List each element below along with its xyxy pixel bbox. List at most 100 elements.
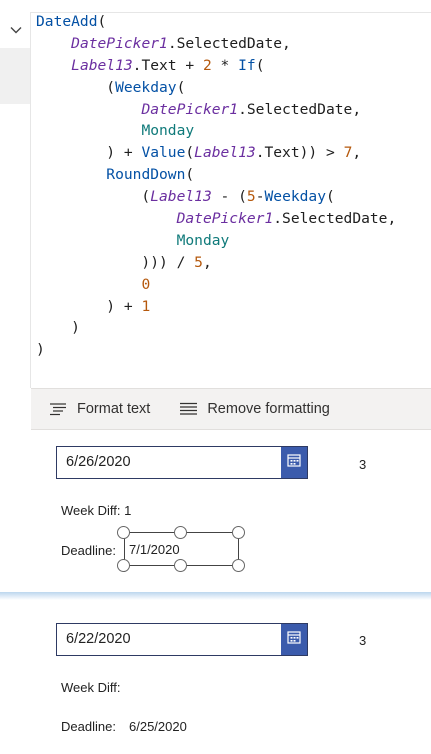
formula-token-text: ( [326,188,335,206]
number-label: 3 [359,633,367,648]
date-picker[interactable]: 6/22/2020 [56,623,308,656]
formula-token-text [36,57,71,74]
calendar-icon [287,453,301,472]
formula-token-text: , [352,144,362,162]
formula-line: ) [36,339,396,361]
formula-token-text: * [211,56,239,74]
formula-token-enum: Monday [176,231,230,249]
formula-token-func: DateAdd [36,13,98,30]
formula-line: RoundDown( [36,164,396,186]
formula-token-ctrl: DatePicker1 [176,210,274,228]
formula-token-num: 5 [194,253,203,271]
format-text-icon [49,402,67,416]
week-diff-label: Week Diff: [61,680,121,695]
formula-token-text: ( [255,56,265,74]
formula-token-text: .Text)) > [255,144,344,162]
date-picker[interactable]: 6/26/2020 [56,446,308,479]
resize-handle[interactable] [174,526,187,539]
formula-token-text [36,35,71,52]
formula-token-ctrl: Label13 [71,56,133,74]
formula-line: (Weekday( [36,77,396,99]
formula-token-text [36,122,141,139]
resize-handle[interactable] [232,526,245,539]
formula-token-ctrl: DatePicker1 [71,34,168,52]
formula-line: DatePicker1.SelectedDate, [36,33,396,55]
formula-token-text [36,166,106,183]
screen-divider [0,592,431,600]
date-picker-value: 6/26/2020 [66,454,131,470]
formula-line: DateAdd( [36,11,396,33]
deadline-label: Deadline: [61,543,116,558]
calendar-icon [287,630,301,649]
deadline-label: Deadline: [61,719,116,734]
formula-token-text: ) [36,319,80,337]
chevron-down-icon [10,21,22,39]
formula-line: Monday [36,120,396,142]
format-text-button[interactable]: Format text [49,389,150,429]
formula-token-text: ) [36,341,45,359]
week-diff-label: Week Diff: 1 [61,503,132,518]
formula-token-num: 2 [202,56,212,74]
formula-token-text: ( [36,78,116,96]
formula-token-text: ( [185,166,195,184]
formula-toolbar: Format text Remove formatting [31,388,431,430]
resize-handle[interactable] [174,559,187,572]
formula-token-enum: Monday [141,122,195,140]
formula-token-text: ( [36,188,151,206]
deadline-value: 6/25/2020 [129,719,187,734]
formula-token-ctrl: DatePicker1 [141,100,239,118]
format-text-label: Format text [77,401,151,417]
property-selector-block [0,48,31,104]
formula-token-num: 1 [141,297,151,315]
formula-line: DatePicker1.SelectedDate, [36,208,397,230]
formula-token-text [36,210,177,227]
formula-token-text: - ( [211,188,247,206]
formula-token-func: Value [141,144,186,162]
number-label: 3 [359,457,367,472]
formula-token-text: .SelectedDate, [238,100,362,118]
formula-text[interactable]: DateAdd( DatePicker1.SelectedDate, Label… [36,11,396,361]
deadline-value: 7/1/2020 [129,542,180,557]
formula-line: Monday [36,230,396,252]
formula-token-func: If [238,56,256,74]
formula-token-num: 0 [141,275,151,293]
formula-token-text: ) + [36,144,142,162]
calendar-button[interactable] [281,447,307,478]
resize-handle[interactable] [117,559,130,572]
formula-line: ))) / 5, [36,252,396,274]
formula-token-text: ( [97,13,107,30]
formula-line: DatePicker1.SelectedDate, [36,99,396,121]
formula-token-ctrl: Label13 [150,188,212,206]
formula-token-text: ( [176,78,186,96]
formula-token-text [36,276,141,293]
formula-token-text [36,101,141,118]
formula-line: 0 [36,274,396,296]
formula-token-text: .SelectedDate, [167,34,291,52]
formula-line: ) [36,317,396,339]
remove-formatting-label: Remove formatting [207,401,330,417]
resize-handle[interactable] [117,526,130,539]
formula-token-ctrl: Label13 [194,144,256,162]
formula-line: (Label13 - (5-Weekday( [36,186,396,208]
formula-token-text: ) + [36,297,142,315]
formula-token-text: .SelectedDate, [273,210,397,228]
collapse-button[interactable] [0,12,31,48]
formula-token-text [36,232,177,249]
remove-formatting-button[interactable]: Remove formatting [180,389,330,429]
formula-token-text: ))) / [36,253,195,271]
divider [30,12,31,388]
date-picker-value: 6/22/2020 [66,631,131,647]
formula-token-text: ( [185,144,195,162]
formula-token-func: RoundDown [106,166,186,184]
formula-line: Label13.Text + 2 * If( [36,55,396,77]
formula-line: ) + Value(Label13.Text)) > 7, [36,142,396,164]
resize-handle[interactable] [232,559,245,572]
formula-token-func: Weekday [115,78,177,96]
formula-editor: DateAdd( DatePicker1.SelectedDate, Label… [0,0,431,430]
remove-formatting-icon [180,402,198,416]
calendar-button[interactable] [281,624,307,655]
formula-token-num: 5 [246,188,256,206]
formula-token-text: , [202,253,212,271]
formula-line: ) + 1 [36,296,396,318]
formula-token-text: - [255,188,265,206]
